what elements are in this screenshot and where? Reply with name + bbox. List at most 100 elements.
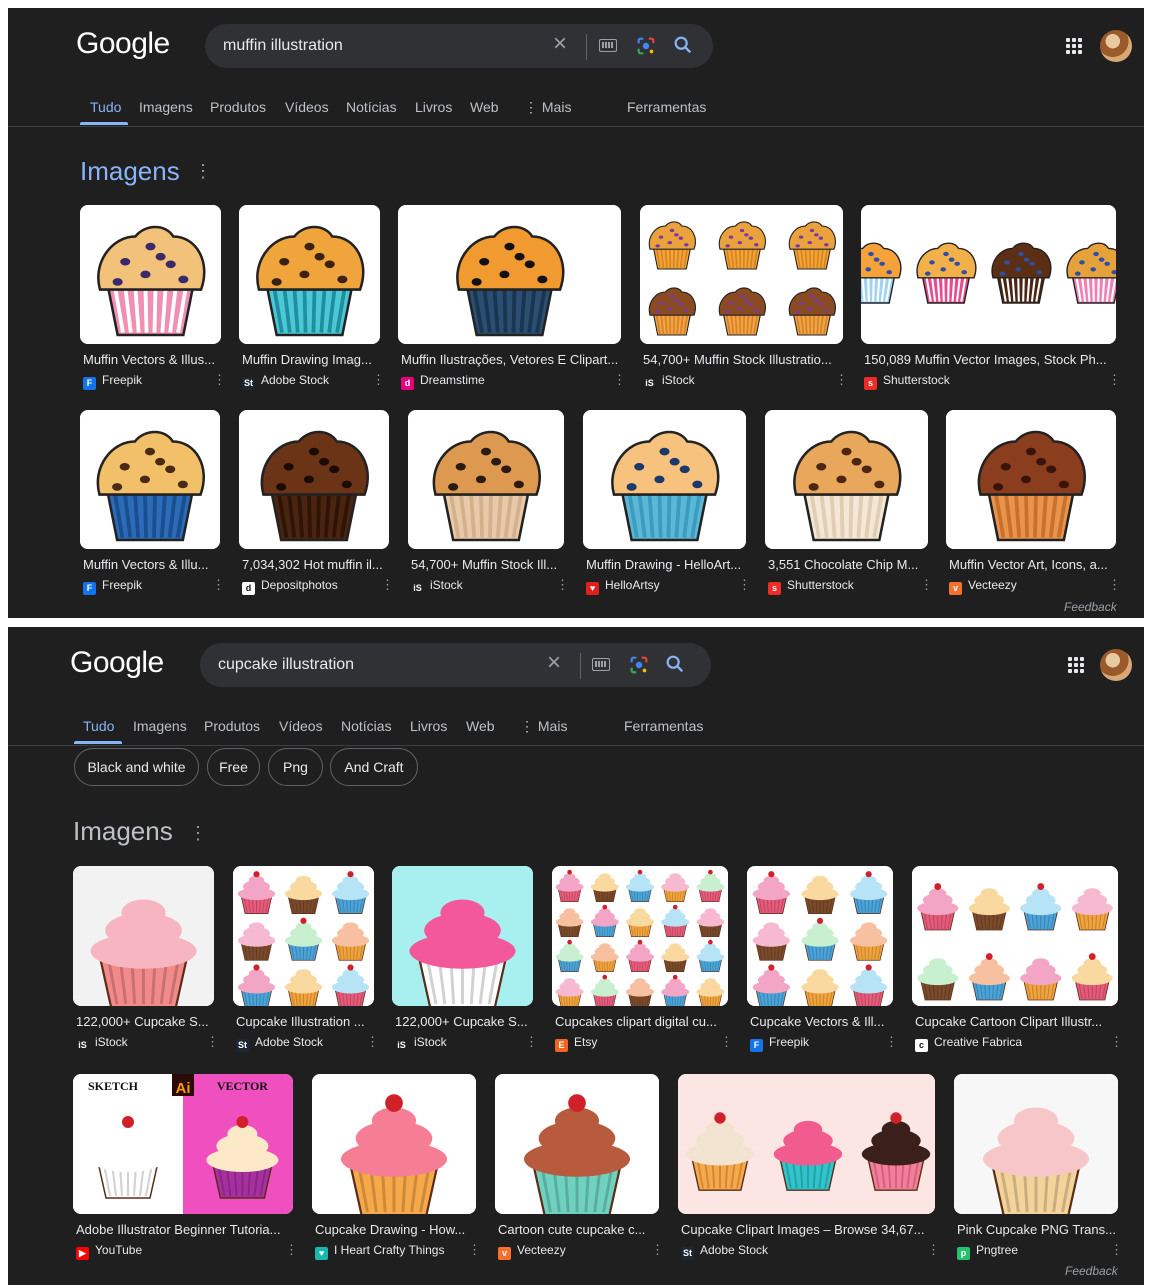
result-thumbnail[interactable]: SKETCH Ai VECTOR [73,1074,293,1214]
more-options-icon[interactable]: ⋮ [213,372,226,388]
result-thumbnail[interactable] [239,205,380,344]
result-title[interactable]: 3,551 Chocolate Chip M... [768,557,929,572]
tab-mais[interactable]: ⋮ Mais [520,718,567,735]
tab-vídeos[interactable]: Vídeos [279,718,323,734]
apps-grid-icon[interactable] [1068,657,1084,673]
more-options-icon[interactable]: ⋮ [366,1034,379,1050]
result-thumbnail[interactable] [954,1074,1118,1214]
image-result-card[interactable]: 3,551 Chocolate Chip M... s Shutterstock ⋮ [765,410,933,597]
more-options-icon[interactable]: ⋮ [885,1034,898,1050]
more-options-icon[interactable]: ⋮ [189,823,207,844]
result-source[interactable]: ▶ YouTube [76,1243,142,1260]
image-result-card[interactable]: 7,034,302 Hot muffin il... d Depositphotos… [239,410,394,597]
image-result-card[interactable]: 54,700+ Muffin Stock Illustratio... iS iSt… [640,205,848,392]
tab-vídeos[interactable]: Vídeos [285,99,329,115]
tab-ferramentas[interactable]: Ferramentas [627,99,706,115]
result-title[interactable]: 122,000+ Cupcake S... [395,1014,534,1029]
result-source[interactable]: v Vecteezy [498,1243,566,1260]
result-thumbnail[interactable] [392,866,533,1006]
result-title[interactable]: Muffin Vector Art, Icons, a... [949,557,1117,572]
result-title[interactable]: Muffin Vectors & Illu... [83,557,221,572]
tab-imagens[interactable]: Imagens [139,99,193,115]
result-thumbnail[interactable] [765,410,928,549]
result-thumbnail[interactable] [552,866,728,1006]
result-source[interactable]: F Freepik [83,373,142,390]
result-source[interactable]: iS iStock [411,578,462,595]
result-title[interactable]: Cupcake Clipart Images – Browse 34,67... [681,1222,936,1237]
image-result-card[interactable]: Muffin Vectors & Illu... F Freepik ⋮ [80,410,225,597]
result-title[interactable]: Muffin Drawing Imag... [242,352,381,367]
close-icon[interactable]: × [542,651,566,675]
tab-web[interactable]: Web [470,99,499,115]
result-title[interactable]: Cupcake Drawing - How... [315,1222,477,1237]
tab-tudo[interactable]: Tudo [83,718,114,734]
image-result-card[interactable]: Muffin Drawing - HelloArt... ♥ HelloArtsy ⋮ [583,410,751,597]
more-options-icon[interactable]: ⋮ [1110,1242,1123,1258]
result-source[interactable]: v Vecteezy [949,578,1017,595]
more-options-icon[interactable]: ⋮ [556,577,569,593]
image-result-card[interactable]: 122,000+ Cupcake S... iS iStock ⋮ [73,866,219,1054]
search-box[interactable]: cupcake illustration × [200,643,711,687]
result-thumbnail[interactable] [495,1074,659,1214]
keyboard-icon[interactable] [592,658,610,671]
image-result-card[interactable]: Cartoon cute cupcake c... v Vecteezy ⋮ [495,1074,664,1262]
result-title[interactable]: Cupcake Illustration ... [236,1014,375,1029]
more-options-icon[interactable]: ⋮ [372,372,385,388]
result-source[interactable]: St Adobe Stock [236,1035,323,1052]
more-options-icon[interactable]: ⋮ [206,1034,219,1050]
result-title[interactable]: Adobe Illustrator Beginner Tutoria... [76,1222,294,1237]
image-result-card[interactable]: 54,700+ Muffin Stock Ill... iS iStock ⋮ [408,410,569,597]
more-options-icon[interactable]: ⋮ [927,1242,940,1258]
result-thumbnail[interactable] [946,410,1116,549]
search-input[interactable]: cupcake illustration [218,656,354,674]
tab-mais[interactable]: ⋮ Mais [524,99,571,116]
more-options-icon[interactable]: ⋮ [525,1034,538,1050]
result-title[interactable]: 150,089 Muffin Vector Images, Stock Ph..… [864,352,1117,367]
result-title[interactable]: Cartoon cute cupcake c... [498,1222,660,1237]
result-title[interactable]: 7,034,302 Hot muffin il... [242,557,390,572]
result-thumbnail[interactable] [239,410,389,549]
more-options-icon[interactable]: ⋮ [1108,372,1121,388]
result-thumbnail[interactable] [73,866,214,1006]
result-title[interactable]: Muffin Vectors & Illus... [83,352,222,367]
more-options-icon[interactable]: ⋮ [651,1242,664,1258]
result-title[interactable]: 54,700+ Muffin Stock Illustratio... [643,352,844,367]
result-thumbnail[interactable] [912,866,1118,1006]
tab-ferramentas[interactable]: Ferramentas [624,718,703,734]
tab-produtos[interactable]: Produtos [204,718,260,734]
result-thumbnail[interactable] [678,1074,935,1214]
result-title[interactable]: 122,000+ Cupcake S... [76,1014,215,1029]
more-options-icon[interactable]: ⋮ [194,161,212,182]
result-thumbnail[interactable] [398,205,621,344]
tab-imagens[interactable]: Imagens [133,718,187,734]
result-title[interactable]: Cupcake Vectors & Ill... [750,1014,894,1029]
result-source[interactable]: iS iStock [395,1035,446,1052]
image-result-card[interactable]: Muffin Vector Art, Icons, a... v Vecteezy ⋮ [946,410,1121,597]
filter-chip[interactable]: Png [268,748,323,786]
search-input[interactable]: muffin illustration [223,37,343,55]
image-result-card[interactable]: Cupcakes clipart digital cu... E Etsy ⋮ [552,866,733,1054]
result-source[interactable]: ♥ HelloArtsy [586,578,660,595]
result-thumbnail[interactable] [640,205,843,344]
result-thumbnail[interactable] [861,205,1116,344]
tab-livros[interactable]: Livros [410,718,447,734]
search-icon[interactable] [664,653,686,675]
result-thumbnail[interactable] [233,866,374,1006]
close-icon[interactable]: × [548,32,572,56]
more-options-icon[interactable]: ⋮ [720,1034,733,1050]
avatar[interactable] [1100,649,1132,681]
more-options-icon[interactable]: ⋮ [468,1242,481,1258]
tab-web[interactable]: Web [466,718,495,734]
result-title[interactable]: Cupcake Cartoon Clipart Illustr... [915,1014,1119,1029]
camera-search-icon[interactable] [635,35,657,57]
result-source[interactable]: St Adobe Stock [242,373,329,390]
image-result-card[interactable]: Muffin Ilustrações, Vetores E Clipart...… [398,205,626,392]
filter-chip[interactable]: Black and white [74,748,199,786]
image-result-card[interactable]: Muffin Vectors & Illus... F Freepik ⋮ [80,205,226,392]
result-source[interactable]: ♥ I Heart Crafty Things [315,1243,444,1260]
search-box[interactable]: muffin illustration × [205,24,713,68]
result-thumbnail[interactable] [80,410,220,549]
keyboard-icon[interactable] [599,39,617,52]
result-source[interactable]: s Shutterstock [864,373,950,390]
tab-notícias[interactable]: Notícias [341,718,392,734]
